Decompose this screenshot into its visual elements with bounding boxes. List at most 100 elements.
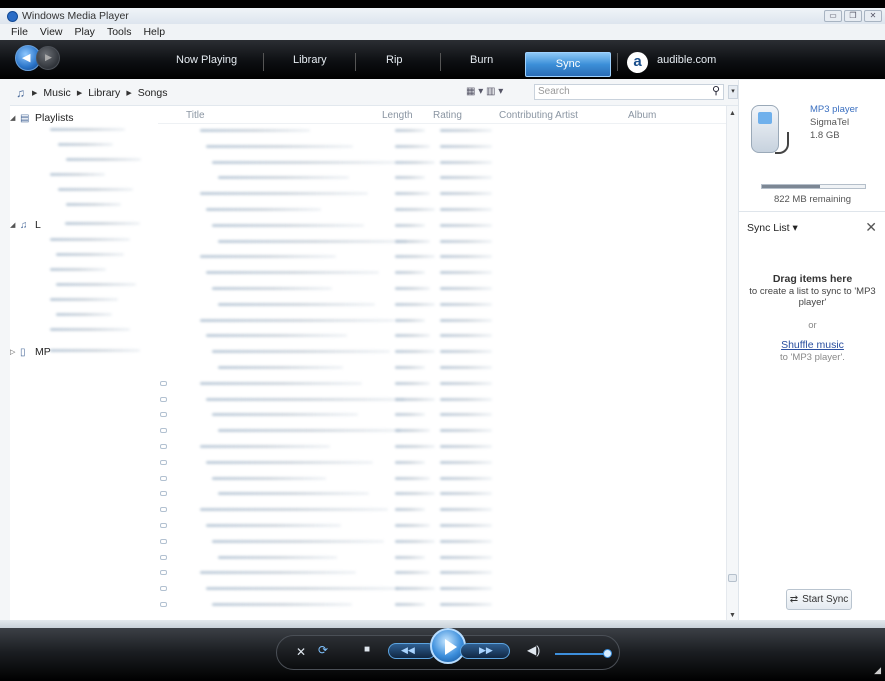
tab-rip[interactable]: Rip [386,54,403,66]
title-bar: Windows Media Player ▭ ❐ ✕ [0,8,885,24]
collapse-arrow-icon[interactable]: ◢ [10,221,20,229]
blurred-playlist-item [58,143,113,146]
song-row-icon [160,507,167,513]
close-icon[interactable]: ✕ [864,10,882,22]
column-contributing-artist[interactable]: Contributing Artist [499,110,578,121]
menu-help[interactable]: Help [143,26,165,38]
next-button[interactable]: ▶▶ [460,643,510,659]
nav-library[interactable]: ◢ ♫ L [10,219,41,231]
blurred-song-title [212,287,332,290]
breadcrumb-arrow-icon[interactable]: ▶ [77,89,82,97]
blurred-song-title [218,429,401,433]
blurred-song-rating [440,539,492,543]
blurred-song-rating [440,350,492,354]
song-row-icon [160,459,167,465]
tab-separator [617,53,618,71]
blurred-song-length [395,208,435,211]
tab-now-playing[interactable]: Now Playing [176,54,237,66]
menu-view[interactable]: View [40,26,63,38]
blurred-song-rating [440,397,492,401]
stop-icon[interactable]: ■ [364,644,370,655]
blurred-song-rating [440,603,492,606]
task-bar: Now Playing Library Rip Burn Sync a audi… [0,40,885,79]
nav-playlists-label: Playlists [35,112,74,124]
audible-logo-icon[interactable]: a [627,52,648,73]
breadcrumb-songs[interactable]: Songs [138,87,168,99]
tab-audible[interactable]: audible.com [657,54,716,66]
tab-sync[interactable]: Sync [525,52,611,77]
expand-arrow-icon[interactable]: ▷ [10,348,20,356]
blurred-song-title [200,318,394,322]
collapse-arrow-icon[interactable]: ◢ [10,114,20,122]
view-options-icon[interactable]: ▦ ▾ ▥ ▾ [466,86,503,97]
start-sync-button[interactable]: ⇄ Start Sync [786,589,852,610]
blurred-song-title [206,144,353,148]
blurred-song-rating [440,555,492,559]
blurred-song-title [206,587,399,591]
resize-grip-icon[interactable]: ◢ [874,665,881,676]
breadcrumb-arrow-icon[interactable]: ▶ [32,89,37,97]
previous-icon: ◀◀ [401,645,415,655]
nav-device-label: MP [35,346,51,358]
song-row-icon [160,380,167,386]
menu-tools[interactable]: Tools [107,26,132,38]
repeat-icon[interactable]: ⟳ [318,643,328,657]
blurred-song-rating [440,381,492,385]
window-title: Windows Media Player [22,10,129,22]
close-x-icon[interactable]: ✕ [865,219,877,236]
blurred-song-length [395,492,435,496]
search-icon[interactable]: ⚲ [712,84,720,98]
breadcrumb-library[interactable]: Library [88,87,120,99]
search-input[interactable]: Search ⚲ [534,84,724,100]
volume-slider[interactable] [555,653,607,655]
scroll-thumb[interactable] [728,574,737,582]
song-row-icon [160,538,167,544]
tab-library[interactable]: Library [293,54,327,66]
blurred-song-length [395,287,430,290]
blurred-song-title [200,255,336,259]
search-dropdown-icon[interactable]: ▾ [728,85,738,99]
scroll-up-icon[interactable]: ▲ [729,110,736,117]
blurred-song-length [395,302,435,306]
sync-list-dropdown[interactable]: Sync List ▾ [747,222,798,234]
breadcrumb: ♫ ▶ Music ▶ Library ▶ Songs ▦ ▾ ▥ ▾ Sear… [10,81,738,104]
nav-playlists[interactable]: ◢ ▤ Playlists [10,112,74,124]
blurred-playlist-item [66,203,121,206]
speaker-icon[interactable]: ◀) [527,643,540,657]
storage-remaining: 822 MB remaining [773,194,852,205]
next-icon: ▶▶ [479,645,493,655]
menu-bar: File View Play Tools Help [0,24,885,40]
song-row-icon [160,475,167,481]
navigation-pane: ◢ ▤ Playlists ◢ ♫ L ▷ ▯ MP [10,106,158,620]
shuffle-music-link[interactable]: Shuffle music [739,339,885,351]
blurred-song-length [395,318,425,322]
menu-file[interactable]: File [11,26,28,38]
storage-bar [761,184,866,189]
breadcrumb-arrow-icon[interactable]: ▶ [126,89,131,97]
drag-items-text: to create a list to sync to 'MP3 player' [749,286,876,308]
restore-icon[interactable]: ❐ [844,10,862,22]
tab-burn[interactable]: Burn [470,54,493,66]
scroll-down-icon[interactable]: ▼ [729,612,736,619]
forward-arrow-icon[interactable] [36,46,60,70]
column-rating[interactable]: Rating [433,110,462,121]
device-name[interactable]: MP3 player [810,104,858,115]
library-scrollbar[interactable]: ▲ ▼ [726,106,738,620]
volume-knob[interactable] [603,649,612,658]
column-length[interactable]: Length [382,110,413,121]
previous-button[interactable]: ◀◀ [388,643,436,659]
blurred-song-rating [440,524,492,527]
column-title[interactable]: Title [186,110,205,121]
sync-list-label: Sync List [747,222,790,234]
column-headers: Title Length Rating Contributing Artist … [158,106,726,124]
music-note-icon: ♫ [20,220,28,231]
menu-play[interactable]: Play [75,26,95,38]
breadcrumb-music[interactable]: Music [43,87,70,99]
column-album[interactable]: Album [628,110,656,121]
shuffle-icon[interactable]: ✕ [296,645,306,659]
minimize-icon[interactable]: ▭ [824,10,842,22]
media-player-window: Windows Media Player ▭ ❐ ✕ File View Pla… [0,0,885,681]
blurred-song-rating [440,271,492,275]
blurred-song-rating [440,144,492,148]
nav-device[interactable]: ▷ ▯ MP [10,346,51,358]
